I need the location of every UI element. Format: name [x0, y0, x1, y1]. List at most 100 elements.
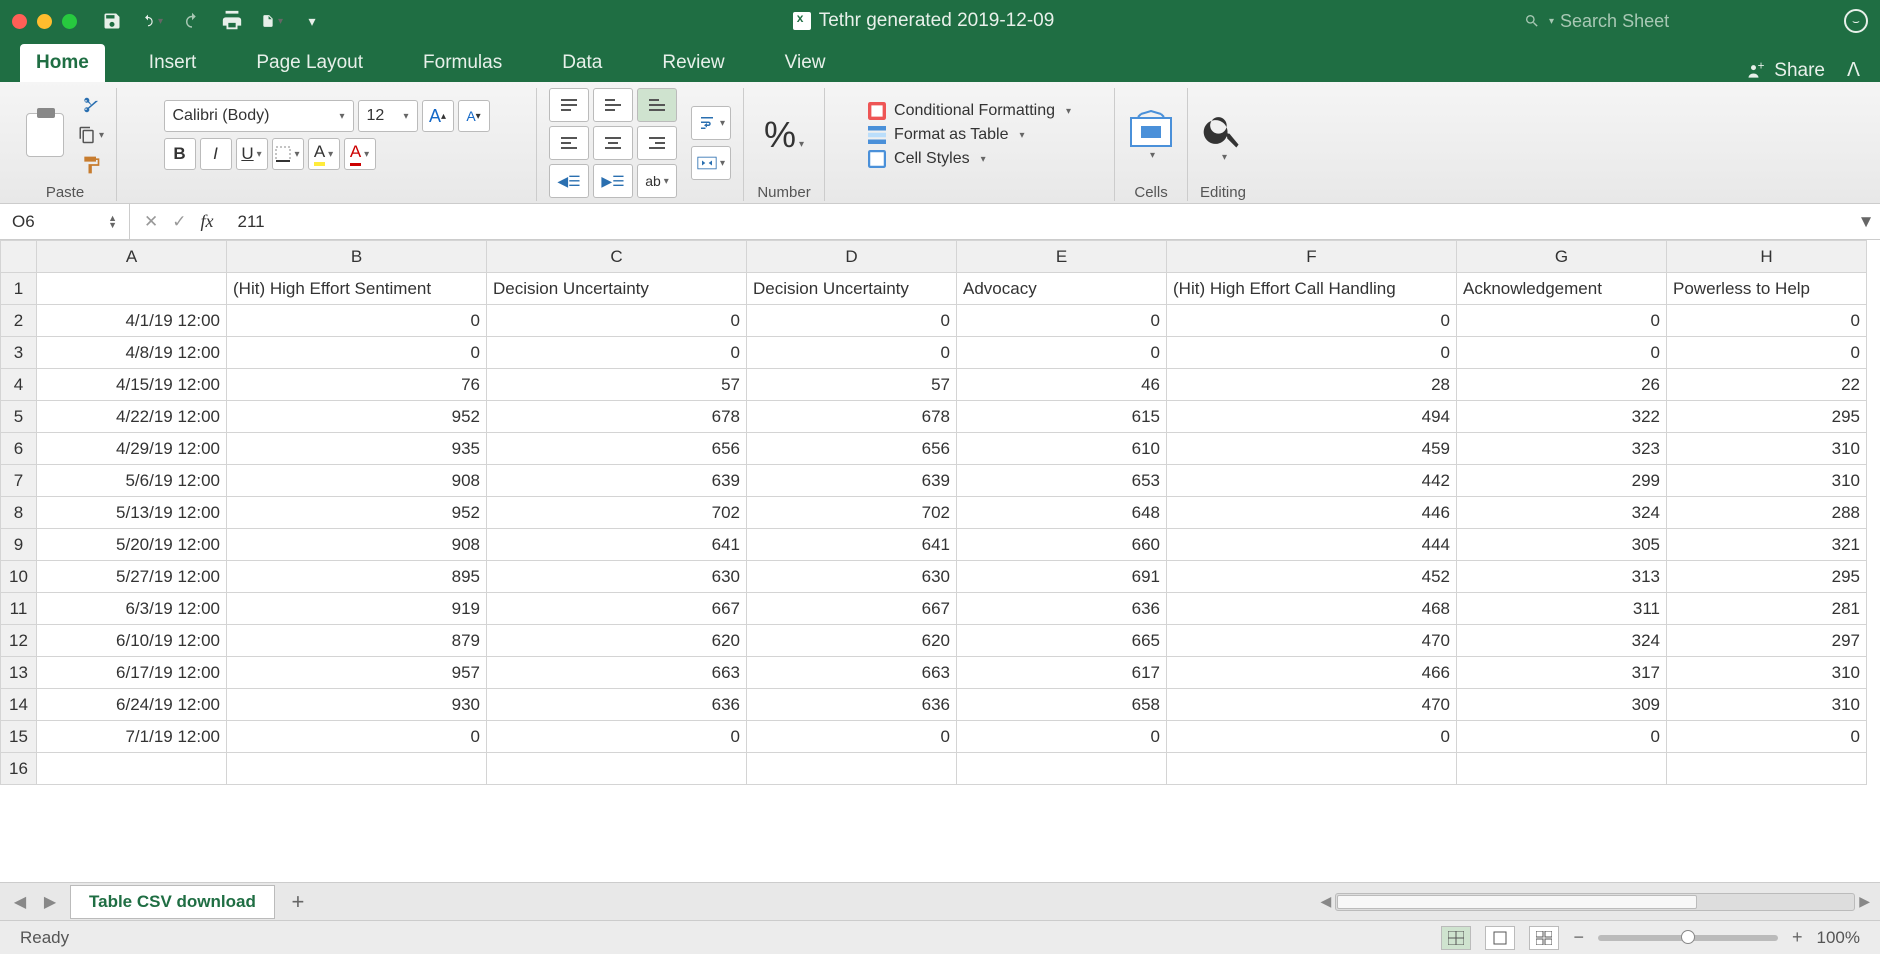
cell[interactable]: 957 — [227, 657, 487, 689]
cell[interactable]: 656 — [487, 433, 747, 465]
cell[interactable]: 4/8/19 12:00 — [37, 337, 227, 369]
cell[interactable]: 446 — [1167, 497, 1457, 529]
formula-input[interactable]: 211 — [228, 212, 1853, 232]
row-header[interactable]: 12 — [1, 625, 37, 657]
cell[interactable]: 26 — [1457, 369, 1667, 401]
cell[interactable]: 0 — [1667, 721, 1867, 753]
row-header[interactable]: 16 — [1, 753, 37, 785]
cell[interactable]: 444 — [1167, 529, 1457, 561]
cell[interactable]: 321 — [1667, 529, 1867, 561]
new-file-button[interactable]: ▾ — [261, 10, 283, 32]
row-header[interactable]: 10 — [1, 561, 37, 593]
cancel-formula-button[interactable]: ✕ — [144, 212, 158, 232]
column-header[interactable]: A — [37, 241, 227, 273]
cell[interactable]: 648 — [957, 497, 1167, 529]
row-header[interactable]: 1 — [1, 273, 37, 305]
cell[interactable]: 310 — [1667, 657, 1867, 689]
cell[interactable]: Powerless to Help — [1667, 273, 1867, 305]
cell[interactable]: 4/22/19 12:00 — [37, 401, 227, 433]
feedback-button[interactable]: ⌣ — [1844, 9, 1868, 33]
row-header[interactable]: 5 — [1, 401, 37, 433]
column-header[interactable]: G — [1457, 241, 1667, 273]
cell[interactable]: 46 — [957, 369, 1167, 401]
cell[interactable]: 313 — [1457, 561, 1667, 593]
font-size-select[interactable]: 12▾ — [358, 100, 418, 132]
sheet-nav-next-button[interactable]: ▶ — [40, 892, 60, 912]
cell[interactable]: 639 — [487, 465, 747, 497]
cell[interactable]: 678 — [487, 401, 747, 433]
close-window-button[interactable] — [12, 14, 27, 29]
row-header[interactable]: 7 — [1, 465, 37, 497]
merge-button[interactable]: ▾ — [691, 146, 731, 180]
font-color-button[interactable]: A▾ — [344, 138, 376, 170]
cell[interactable]: 702 — [747, 497, 957, 529]
cell[interactable] — [37, 753, 227, 785]
cell[interactable]: 658 — [957, 689, 1167, 721]
row-header[interactable]: 11 — [1, 593, 37, 625]
bold-button[interactable]: B — [164, 138, 196, 170]
minimize-window-button[interactable] — [37, 14, 52, 29]
row-header[interactable]: 15 — [1, 721, 37, 753]
wrap-text-button[interactable]: ▾ — [691, 106, 731, 140]
add-sheet-button[interactable]: + — [285, 889, 311, 915]
cell[interactable]: 636 — [747, 689, 957, 721]
cell[interactable]: 311 — [1457, 593, 1667, 625]
cell[interactable]: 5/20/19 12:00 — [37, 529, 227, 561]
font-name-select[interactable]: Calibri (Body)▾ — [164, 100, 354, 132]
horizontal-scrollbar[interactable]: ◀ ▶ — [321, 893, 1870, 911]
cell[interactable]: Advocacy — [957, 273, 1167, 305]
cell[interactable]: 665 — [957, 625, 1167, 657]
cell[interactable]: 0 — [1667, 337, 1867, 369]
column-header[interactable]: F — [1167, 241, 1457, 273]
cell[interactable]: 324 — [1457, 625, 1667, 657]
cell[interactable]: 919 — [227, 593, 487, 625]
cell[interactable]: 678 — [747, 401, 957, 433]
cell[interactable] — [1457, 753, 1667, 785]
cell[interactable]: 952 — [227, 401, 487, 433]
align-right-button[interactable] — [637, 126, 677, 160]
format-painter-button[interactable] — [78, 153, 104, 177]
cell[interactable]: 317 — [1457, 657, 1667, 689]
cell[interactable]: 0 — [487, 337, 747, 369]
row-header[interactable]: 4 — [1, 369, 37, 401]
cell[interactable] — [957, 753, 1167, 785]
zoom-window-button[interactable] — [62, 14, 77, 29]
cell[interactable]: 908 — [227, 529, 487, 561]
cell[interactable]: 636 — [957, 593, 1167, 625]
grow-font-button[interactable]: A▴ — [422, 100, 454, 132]
cell[interactable]: 305 — [1457, 529, 1667, 561]
cell[interactable] — [1667, 753, 1867, 785]
tab-formulas[interactable]: Formulas — [407, 44, 518, 82]
zoom-slider[interactable] — [1598, 935, 1778, 941]
cell[interactable]: 0 — [1167, 305, 1457, 337]
cell[interactable]: 4/29/19 12:00 — [37, 433, 227, 465]
cell[interactable]: 895 — [227, 561, 487, 593]
cell[interactable]: 442 — [1167, 465, 1457, 497]
align-top-button[interactable] — [549, 88, 589, 122]
cell[interactable]: 323 — [1457, 433, 1667, 465]
cell[interactable]: 309 — [1457, 689, 1667, 721]
cell[interactable]: (Hit) High Effort Sentiment — [227, 273, 487, 305]
tab-page-layout[interactable]: Page Layout — [240, 44, 379, 82]
column-header[interactable]: H — [1667, 241, 1867, 273]
align-center-button[interactable] — [593, 126, 633, 160]
cell[interactable]: 5/13/19 12:00 — [37, 497, 227, 529]
cell[interactable]: 288 — [1667, 497, 1867, 529]
cell[interactable]: 702 — [487, 497, 747, 529]
cell-styles-button[interactable]: Cell Styles▾ — [868, 150, 1071, 168]
italic-button[interactable]: I — [200, 138, 232, 170]
cell[interactable]: 6/3/19 12:00 — [37, 593, 227, 625]
cell[interactable]: 0 — [1457, 337, 1667, 369]
cell[interactable]: 653 — [957, 465, 1167, 497]
zoom-in-button[interactable]: + — [1792, 927, 1803, 948]
cut-button[interactable] — [78, 93, 104, 117]
row-header[interactable]: 2 — [1, 305, 37, 337]
cell[interactable]: 691 — [957, 561, 1167, 593]
align-bottom-button[interactable] — [637, 88, 677, 122]
paste-button[interactable] — [26, 113, 64, 157]
cell[interactable] — [487, 753, 747, 785]
column-header[interactable]: E — [957, 241, 1167, 273]
tab-data[interactable]: Data — [546, 44, 618, 82]
cell[interactable]: 452 — [1167, 561, 1457, 593]
cell[interactable]: 0 — [957, 337, 1167, 369]
